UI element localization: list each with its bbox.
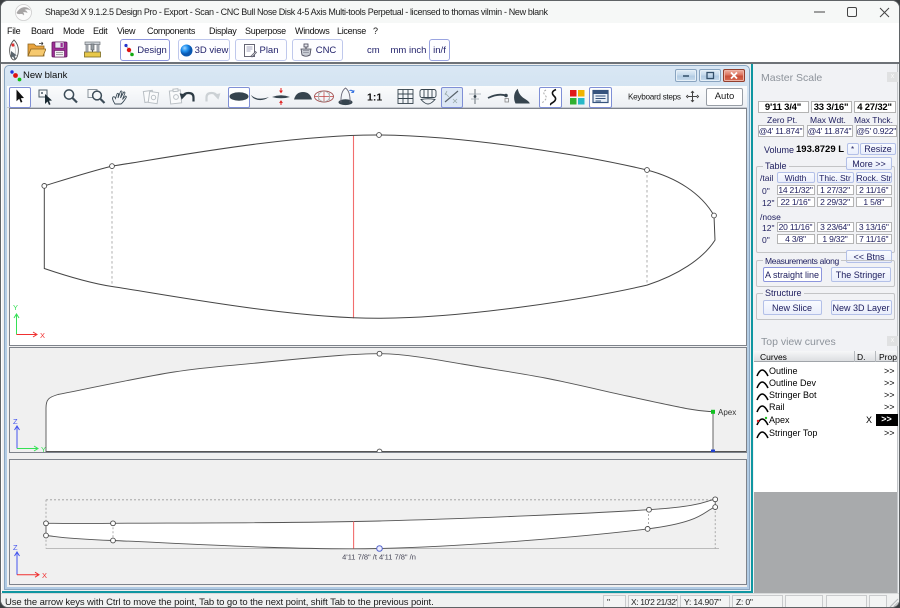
- svg-text:X: X: [40, 331, 45, 340]
- svg-text:Z: Z: [13, 417, 18, 426]
- svg-text:4'11 7/8" /t 4'11 7/8" /n: 4'11 7/8" /t 4'11 7/8" /n: [342, 553, 416, 562]
- svg-text:Y: Y: [41, 445, 46, 452]
- svg-text:Y: Y: [13, 303, 18, 312]
- svg-text:Apex: Apex: [718, 408, 736, 417]
- svg-text:1:1: 1:1: [367, 92, 382, 104]
- svg-text:Z: Z: [13, 543, 18, 552]
- svg-text:X: X: [42, 571, 47, 580]
- svg-text:Keyboard steps: Keyboard steps: [628, 93, 681, 102]
